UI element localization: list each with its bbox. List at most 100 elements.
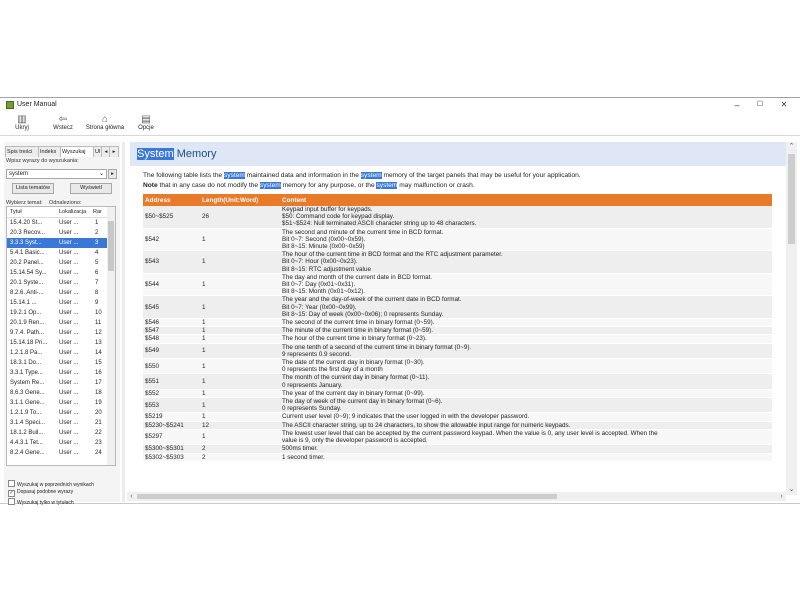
checkbox-box[interactable]: ✓	[8, 490, 15, 497]
cell-length: 1	[200, 429, 280, 446]
table-row: $549 1 The one tenth of a second of the cu…	[143, 343, 772, 360]
topic-header: System Memory	[130, 142, 786, 166]
list-item[interactable]: 1.2.1.9 To... User ... 20	[7, 408, 107, 418]
item-title: 19.2.1 Op...	[10, 310, 42, 316]
tab-contents[interactable]: Spis treści	[5, 146, 40, 157]
list-item[interactable]: 20.1 Syste... User ... 7	[7, 278, 107, 288]
list-item[interactable]: 15.14.54 Sy... User ... 6	[7, 268, 107, 278]
item-location: User ...	[59, 280, 79, 286]
match-similar-checkbox[interactable]: ✓ Dopasuj podobne wyrazy	[8, 489, 118, 497]
item-rank: 2	[95, 230, 99, 236]
list-item[interactable]: 5.4.1 Basic... User ... 4	[7, 248, 107, 258]
home-button[interactable]: ⌂ Strona główna	[84, 114, 126, 131]
scroll-up-icon[interactable]: ⌃	[786, 142, 797, 152]
scroll-left-icon[interactable]: ‹	[127, 492, 136, 501]
minimize-button[interactable]: –	[727, 99, 747, 111]
search-options-button[interactable]: ▸	[108, 169, 117, 179]
table-row: $551 1 The month of the current day in bin…	[143, 373, 772, 390]
p2-text: may malfunction or crash.	[397, 182, 475, 189]
list-item[interactable]: 4.4.3.1 Tet... User ... 23	[7, 438, 107, 448]
results-scrollbar[interactable]	[107, 207, 115, 465]
checkbox-box[interactable]	[8, 480, 15, 487]
content-pane: System Memory The following table lists …	[127, 142, 786, 492]
item-rank: 19	[95, 400, 102, 406]
item-rank: 9	[95, 300, 99, 306]
scroll-right-icon[interactable]: ›	[777, 492, 786, 501]
display-button[interactable]: Wyświetl	[70, 183, 112, 194]
list-item[interactable]: 18.1.2 Buil... User ... 22	[7, 428, 107, 438]
options-label: Opcje	[138, 125, 154, 131]
col-location[interactable]: Lokalizacja	[59, 209, 86, 215]
item-location: User ...	[59, 450, 79, 456]
item-title: 15.14.54 Sy...	[10, 270, 47, 276]
list-item[interactable]: 15.14.1 ... User ... 9	[7, 298, 107, 308]
header-address: Address	[143, 194, 200, 206]
hide-button[interactable]: ▥ Ukryj	[12, 114, 32, 131]
list-item[interactable]: 3.1.1 Gene... User ... 19	[7, 398, 107, 408]
content-scroll-thumb[interactable]	[788, 154, 795, 244]
options-button[interactable]: ▤ Opcje	[135, 114, 157, 131]
cell-length: 2	[200, 453, 280, 462]
list-item[interactable]: 20.2 Panel... User ... 5	[7, 258, 107, 268]
list-item[interactable]: 3.1.4 Speci... User ... 21	[7, 418, 107, 428]
list-item[interactable]: 20.1.9 Ren... User ... 11	[7, 318, 107, 328]
header-content: Content	[280, 194, 772, 206]
list-item[interactable]: 3.3.3 Syst... User ... 3	[7, 238, 107, 248]
col-rank[interactable]: Rar	[93, 209, 102, 215]
list-item[interactable]: 19.2.1 Op... User ... 10	[7, 308, 107, 318]
list-item[interactable]: 15.4.20 St... User ... 1	[7, 218, 107, 228]
cell-address: $5302~$5303	[143, 453, 200, 462]
table-row: $5219 1 Current user level (0~9); 9 indica…	[143, 412, 772, 422]
tab-index[interactable]: Indeks	[38, 146, 62, 157]
hide-icon: ▥	[17, 114, 27, 125]
cell-address: $549	[143, 343, 200, 360]
search-input[interactable]: system	[6, 169, 107, 179]
pane-splitter[interactable]	[122, 142, 125, 502]
item-title: 3.3.1 Type...	[10, 370, 43, 376]
item-title: 15.14.1 ...	[10, 300, 37, 306]
col-title[interactable]: Tytuł	[10, 209, 22, 215]
content-hscroll-thumb[interactable]	[137, 494, 557, 499]
cell-address: $5219	[143, 412, 200, 422]
list-item[interactable]: System Re... User ... 17	[7, 378, 107, 388]
item-title: 18.3.1 Do...	[10, 360, 42, 366]
list-item[interactable]: 18.3.1 Do... User ... 15	[7, 358, 107, 368]
search-previous-checkbox[interactable]: Wyszukaj w poprzednich wynikach	[8, 480, 118, 488]
app-icon	[6, 101, 14, 109]
close-button[interactable]: ✕	[774, 99, 794, 111]
maximize-button[interactable]: ☐	[750, 99, 770, 111]
scroll-down-icon[interactable]: ⌄	[786, 485, 797, 495]
tab-search[interactable]: Wyszukaj	[60, 146, 95, 157]
list-item[interactable]: 20.3 Recov... User ... 2	[7, 228, 107, 238]
cell-address: $543	[143, 250, 200, 274]
back-button[interactable]: ⇦ Wstecz	[50, 114, 76, 131]
p1-highlight: system	[224, 172, 245, 179]
list-item[interactable]: 8.2.6. Anti-... User ... 8	[7, 288, 107, 298]
cell-length: 1	[200, 326, 280, 336]
list-item[interactable]: 3.3.1 Type... User ... 16	[7, 368, 107, 378]
list-item[interactable]: 9.7.4. Path... User ... 12	[7, 328, 107, 338]
chevron-down-icon[interactable]: ⌄	[99, 170, 104, 177]
list-item[interactable]: 15.14.18 Pri... User ... 13	[7, 338, 107, 348]
list-item[interactable]: 1.2.1.8 Pa... User ... 14	[7, 348, 107, 358]
search-prompt: Wpisz wyrazy do wyszukania:	[6, 158, 79, 164]
table-row: $550 1 The date of the current day in bina…	[143, 358, 772, 375]
cell-address: $544	[143, 273, 200, 297]
title-bar: User Manual – ☐ ✕	[0, 98, 800, 113]
p2-text: memory for any purpose, or the	[280, 182, 377, 189]
item-rank: 15	[95, 360, 102, 366]
tab-scroll-right[interactable]: ▸	[109, 146, 119, 157]
content-horizontal-scrollbar[interactable]: ‹ ›	[127, 492, 786, 501]
results-list[interactable]: Tytuł Lokalizacja Rar 15.4.20 St... User …	[6, 206, 116, 466]
item-title: 20.1.9 Ren...	[10, 320, 45, 326]
results-scroll-thumb[interactable]	[108, 221, 114, 271]
home-label: Strona główna	[85, 125, 125, 131]
cell-content: The lowest user level that can be accept…	[280, 429, 772, 446]
list-topics-button[interactable]: Lista tematów	[12, 183, 54, 194]
checkbox-box[interactable]	[8, 498, 15, 505]
table-row: $5300~$5301 2 500ms timer.	[143, 444, 772, 454]
content-vertical-scrollbar[interactable]: ⌃ ⌄	[786, 142, 797, 495]
list-item[interactable]: 8.2.4 Gene... User ... 24	[7, 448, 107, 458]
list-item[interactable]: 8.6.3 Gene... User ... 18	[7, 388, 107, 398]
titles-only-checkbox[interactable]: Wyszukaj tylko w tytułach	[8, 498, 118, 506]
